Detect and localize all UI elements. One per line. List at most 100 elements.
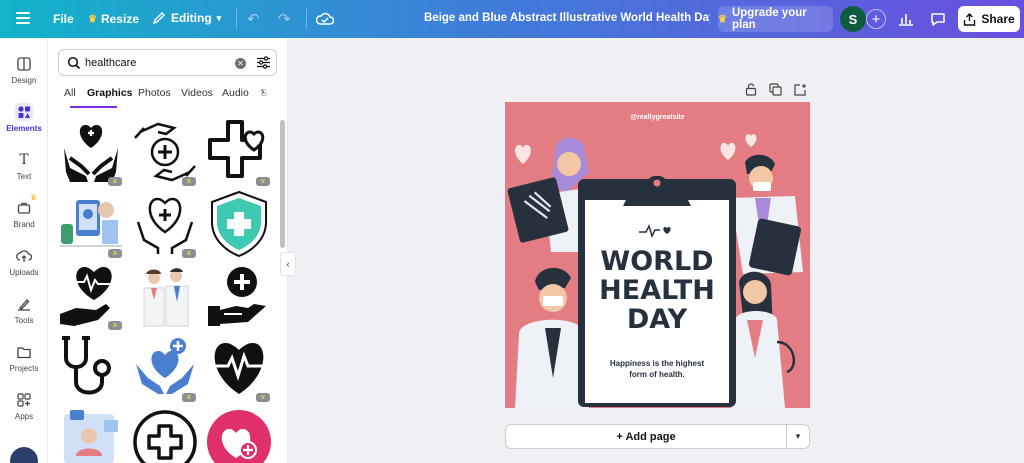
top-bar: File ♛ Resize Editing ▾ ↶ ↷ Beige and Bl… — [0, 0, 1024, 38]
graphic-hands-circle-cross[interactable]: ♛ — [130, 118, 200, 186]
resize-label: Resize — [100, 12, 139, 26]
graphic-heart-hands[interactable]: ♛ — [56, 118, 126, 186]
tab-graphics[interactable]: Graphics — [87, 87, 133, 99]
rail-item-projects[interactable]: Projects — [0, 343, 48, 373]
share-button[interactable]: Share — [958, 6, 1020, 32]
graphics-grid: ♛ ♛ ♛ ♛ ♛ ♛ ♛ ♛ — [56, 118, 278, 463]
rail-label: Design — [11, 76, 37, 85]
rail-item-design[interactable]: Design — [0, 55, 48, 85]
editing-mode-button[interactable]: Editing ▾ — [152, 11, 221, 25]
rail-item-text[interactable]: T Text — [0, 151, 48, 181]
graphic-stethoscope[interactable] — [56, 334, 126, 402]
pro-crown-badge: ♛ — [256, 393, 270, 402]
bar-chart-icon — [899, 14, 913, 26]
design-handle-text[interactable]: @reallygreatsite — [505, 114, 810, 121]
share-icon — [964, 12, 976, 26]
category-tabs: All Graphics Photos Videos Audio S — [64, 86, 278, 106]
document-title[interactable]: Beige and Blue Abstract Illustrative Wor… — [424, 12, 710, 24]
rail-label: Projects — [9, 364, 39, 373]
tagline-line-2: form of health. — [629, 370, 685, 379]
left-rail: Design Elements T Text ♛ Brand Uploads T… — [0, 38, 48, 463]
chevron-down-icon: ▾ — [795, 431, 801, 441]
pro-crown-badge: ♛ — [182, 393, 196, 402]
graphic-online-doctor[interactable] — [56, 406, 126, 463]
pro-crown-badge: ♛ — [182, 249, 196, 258]
resize-button[interactable]: ♛ Resize — [88, 12, 139, 26]
search-box: ✕ — [58, 49, 277, 76]
chevron-down-icon: ▾ — [216, 12, 222, 23]
graphic-cross-heart[interactable]: ♛ — [204, 118, 274, 186]
rail-item-brand[interactable]: ♛ Brand — [0, 193, 48, 229]
graphic-heart-pulse[interactable]: ♛ — [204, 334, 274, 402]
chevron-right-icon[interactable]: › — [261, 86, 265, 98]
tagline-line-1: Happiness is the highest — [609, 359, 705, 368]
pro-crown-badge: ♛ — [108, 177, 122, 186]
search-input[interactable] — [85, 54, 225, 72]
panel-scrollbar[interactable] — [280, 120, 285, 248]
editing-label: Editing — [171, 11, 212, 25]
pro-crown-badge: ♛ — [256, 177, 270, 186]
rail-item-uploads[interactable]: Uploads — [0, 247, 48, 277]
pro-crown-badge: ♛ — [108, 321, 122, 330]
add-page-button[interactable]: + Add page — [505, 424, 787, 449]
clipboard-clip — [623, 176, 691, 206]
menu-icon[interactable] — [16, 12, 30, 24]
graphic-shield-cross[interactable] — [204, 190, 274, 258]
lock-icon[interactable] — [745, 83, 757, 99]
comments-button[interactable] — [924, 6, 952, 32]
tab-all[interactable]: All — [64, 87, 76, 99]
graphic-telemedicine[interactable]: ♛ — [56, 190, 126, 258]
pro-crown-badge: ♛ — [108, 249, 122, 258]
design-page[interactable]: @reallygreatsite WORLD HEALTH DAY Happin… — [505, 102, 810, 408]
upload-cloud-icon — [15, 247, 33, 265]
divider — [306, 9, 307, 29]
design-title[interactable]: WORLD HEALTH DAY — [585, 247, 729, 334]
add-page-options-button[interactable]: ▾ — [786, 424, 810, 449]
graphic-heart-outline-hands[interactable]: ♛ — [130, 190, 200, 258]
clear-search-button[interactable]: ✕ — [235, 58, 246, 69]
graphic-circle-cross[interactable]: ♛ — [130, 406, 200, 463]
graphic-blue-heart-hands[interactable]: ♛ — [130, 334, 200, 402]
rail-label: Brand — [13, 220, 35, 229]
duplicate-page-icon[interactable] — [769, 83, 782, 99]
add-page-top-icon[interactable] — [794, 83, 807, 99]
tab-videos[interactable]: Videos — [181, 87, 213, 99]
redo-icon[interactable]: ↷ — [278, 10, 291, 28]
title-line-3: DAY — [626, 304, 688, 335]
title-line-2: HEALTH — [599, 275, 715, 306]
add-collaborator-button[interactable]: + — [866, 9, 886, 29]
rail-item-elements[interactable]: Elements — [0, 103, 48, 133]
title-line-1: WORLD — [600, 246, 714, 277]
rail-item-apps[interactable]: Apps — [0, 391, 48, 421]
rail-item-tools[interactable]: Tools — [0, 295, 48, 325]
tab-photos[interactable]: Photos — [138, 87, 171, 99]
design-tagline[interactable]: Happiness is the highest form of health. — [595, 358, 719, 380]
pencil-icon — [152, 12, 165, 25]
comment-icon — [931, 12, 945, 26]
file-menu-button[interactable]: File — [53, 12, 74, 26]
avatar[interactable]: S — [840, 6, 866, 32]
insights-button[interactable] — [892, 6, 920, 32]
graphic-heartbeat-hand[interactable]: ♛ — [56, 262, 126, 330]
tab-audio[interactable]: Audio — [222, 87, 249, 99]
collapse-panel-button[interactable]: ‹ — [280, 252, 296, 276]
apps-grid-icon — [15, 391, 33, 409]
crown-icon: ♛ — [88, 13, 97, 25]
rail-label: Elements — [6, 124, 42, 133]
undo-icon[interactable]: ↶ — [247, 10, 260, 28]
rail-label: Text — [16, 172, 32, 181]
cloud-save-icon[interactable] — [315, 11, 335, 30]
brush-icon — [15, 295, 33, 313]
folder-icon — [15, 343, 33, 361]
graphic-hand-cross-circle[interactable] — [204, 262, 274, 330]
crown-icon: ♛ — [718, 13, 727, 25]
graphic-doctors[interactable] — [130, 262, 200, 330]
upgrade-plan-button[interactable]: ♛ Upgrade your plan — [718, 6, 833, 32]
divider — [236, 9, 237, 29]
rail-label: Apps — [14, 412, 34, 421]
rail-label: Tools — [14, 316, 34, 325]
rail-label: Uploads — [9, 268, 39, 277]
filter-icon[interactable] — [256, 55, 271, 70]
graphic-pink-heart-circle[interactable] — [204, 406, 274, 463]
search-icon — [67, 56, 81, 70]
